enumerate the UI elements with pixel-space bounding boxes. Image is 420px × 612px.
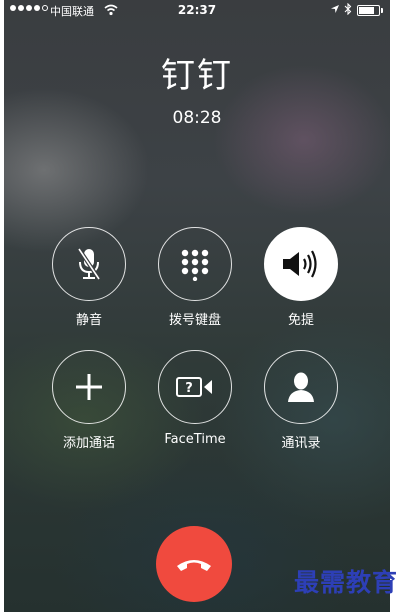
mute-button[interactable]: 静音 xyxy=(49,227,129,328)
contacts-ring[interactable] xyxy=(264,350,338,424)
end-call-button[interactable] xyxy=(156,526,232,602)
svg-text:?: ? xyxy=(185,381,193,396)
contacts-button[interactable]: 通讯录 xyxy=(261,350,341,451)
end-call-icon xyxy=(177,560,211,571)
mute-ring[interactable] xyxy=(52,227,126,301)
bluetooth-icon xyxy=(344,3,352,15)
keypad-button[interactable]: 拨号键盘 xyxy=(155,227,235,328)
add-call-button[interactable]: 添加通话 xyxy=(49,350,129,451)
contacts-icon xyxy=(288,372,314,402)
speaker-label: 免提 xyxy=(287,313,314,328)
mic-muted-icon xyxy=(77,247,101,281)
call-screen: 中国联通 22:37 钉钉 08:28 静音 拨号键盘 免提 添加通话 ? Fa… xyxy=(4,0,390,612)
plus-icon xyxy=(76,374,102,400)
speaker-button[interactable]: 免提 xyxy=(261,227,341,328)
mute-label: 静音 xyxy=(75,313,102,328)
caller-name: 钉钉 xyxy=(161,56,233,96)
facetime-ring[interactable]: ? xyxy=(158,350,232,424)
add-call-ring[interactable] xyxy=(52,350,126,424)
speaker-ring[interactable] xyxy=(264,227,338,301)
keypad-ring[interactable] xyxy=(158,227,232,301)
facetime-icon: ? xyxy=(176,377,212,397)
contacts-label: 通讯录 xyxy=(281,436,321,451)
battery-icon xyxy=(357,5,383,16)
add-call-label: 添加通话 xyxy=(62,436,115,451)
facetime-button[interactable]: ? FaceTime xyxy=(155,350,235,447)
watermark-logo: 最需教育 xyxy=(294,568,399,597)
page-margin xyxy=(390,0,420,612)
location-icon xyxy=(331,5,339,13)
keypad-icon xyxy=(181,249,209,281)
facetime-label: FaceTime xyxy=(164,432,226,447)
speaker-icon xyxy=(283,250,317,278)
keypad-label: 拨号键盘 xyxy=(168,313,221,328)
call-duration: 08:28 xyxy=(172,108,222,128)
status-bar: 中国联通 22:37 xyxy=(4,0,390,22)
